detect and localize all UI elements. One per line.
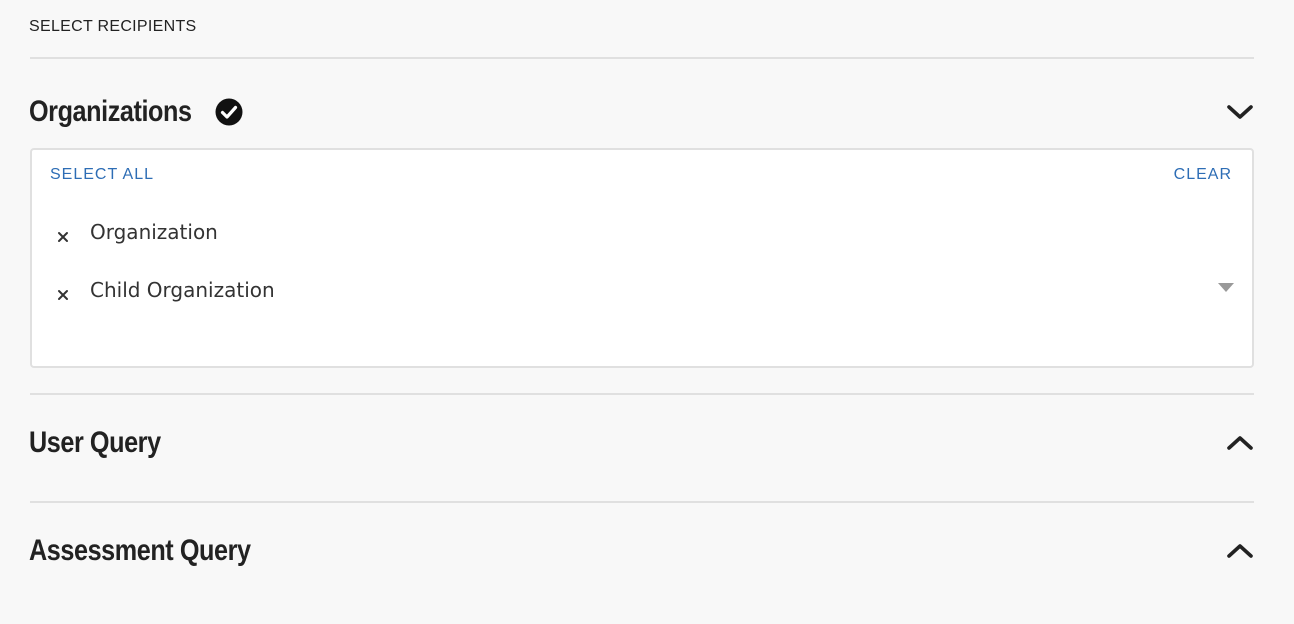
panel-title-wrap: Assessment Query	[29, 534, 293, 568]
chevron-down-icon[interactable]	[1226, 98, 1254, 126]
panel-header-assessment-query[interactable]: Assessment Query	[29, 533, 1254, 569]
check-circle-icon	[215, 98, 243, 126]
selected-tag: Child Organization	[56, 278, 275, 302]
recipients-page: SELECT RECIPIENTS Organizations SELECT A…	[0, 0, 1294, 624]
selected-tag-label: Child Organization	[90, 278, 275, 302]
selected-tag: Organization	[56, 220, 218, 244]
organizations-multiselect[interactable]: SELECT ALL CLEAR Organization Child Orga…	[30, 148, 1254, 368]
chevron-up-icon[interactable]	[1226, 537, 1254, 565]
divider	[30, 57, 1254, 59]
panel-title: User Query	[29, 426, 161, 459]
divider	[30, 393, 1254, 395]
panel-header-user-query[interactable]: User Query	[29, 425, 1254, 461]
chevron-up-icon[interactable]	[1226, 429, 1254, 457]
select-all-button[interactable]: SELECT ALL	[50, 166, 154, 184]
caret-down-icon[interactable]	[1218, 278, 1234, 292]
clear-button[interactable]: CLEAR	[1174, 166, 1232, 184]
panel-title: Assessment Query	[29, 534, 251, 567]
close-icon[interactable]	[56, 283, 70, 300]
panel-header-organizations[interactable]: Organizations	[29, 94, 1254, 130]
section-label: SELECT RECIPIENTS	[29, 18, 197, 35]
divider	[30, 501, 1254, 503]
selected-tag-label: Organization	[90, 220, 218, 244]
close-icon[interactable]	[56, 225, 70, 242]
panel-title: Organizations	[29, 95, 192, 128]
panel-title-wrap: Organizations	[29, 95, 243, 129]
panel-title-wrap: User Query	[29, 426, 186, 460]
